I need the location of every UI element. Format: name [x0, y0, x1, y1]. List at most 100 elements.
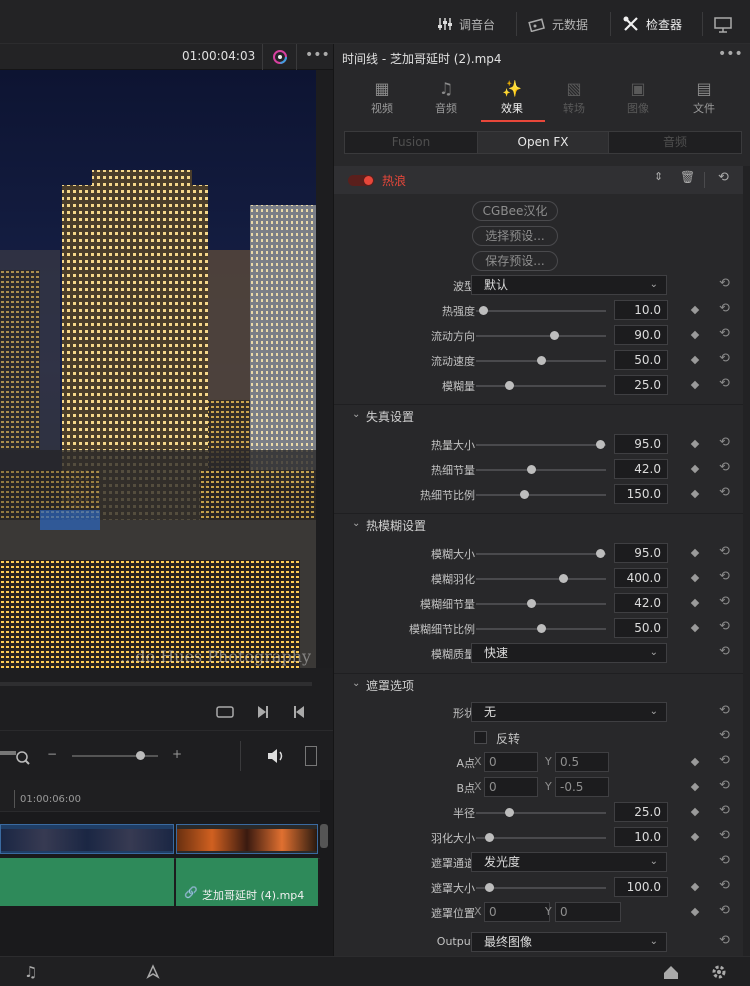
mask-size-keyframe-icon[interactable]: [690, 882, 700, 892]
radius-value-field[interactable]: 25.0: [614, 802, 668, 822]
heat-size-slider[interactable]: [476, 444, 606, 446]
blur-size-slider[interactable]: [476, 553, 606, 555]
tab-image[interactable]: ▣ 图像: [608, 78, 668, 120]
tab-audio[interactable]: ♫ 音频: [416, 78, 476, 120]
mask-position-x-field[interactable]: 0: [484, 902, 550, 922]
invert-reset-icon[interactable]: ⟲: [719, 728, 730, 743]
mask-size-reset-icon[interactable]: ⟲: [719, 878, 730, 893]
point-a-keyframe-icon[interactable]: [690, 757, 700, 767]
point-b-reset-icon[interactable]: ⟲: [719, 778, 730, 793]
reorder-icon[interactable]: ⇕: [654, 170, 663, 183]
viewer-options-icon[interactable]: •••: [305, 47, 330, 63]
flow-speed-reset-icon[interactable]: ⟲: [719, 351, 730, 366]
heat-detail-slider[interactable]: [476, 469, 606, 471]
radius-reset-icon[interactable]: ⟲: [719, 803, 730, 818]
cgbee-button[interactable]: CGBee汉化: [472, 201, 558, 221]
mask-size-slider[interactable]: [476, 887, 606, 889]
heat-strength-slider-knob[interactable]: [478, 306, 488, 315]
point-b-keyframe-icon[interactable]: [690, 782, 700, 792]
tab-transition[interactable]: ▧ 转场: [544, 78, 604, 120]
distortion-section-header[interactable]: ⌄ 失真设置: [334, 404, 743, 426]
video-clip-1[interactable]: [0, 824, 174, 854]
blur-detail-ratio-keyframe-icon[interactable]: [690, 623, 700, 633]
mask-shape-reset-icon[interactable]: ⟲: [719, 703, 730, 718]
heat-detail-reset-icon[interactable]: ⟲: [719, 460, 730, 475]
mask-channel-dropdown[interactable]: 发光度 ⌄: [471, 852, 667, 872]
blur-feather-keyframe-icon[interactable]: [690, 573, 700, 583]
blur-amount-value-field[interactable]: 25.0: [614, 375, 668, 395]
blur-amount-keyframe-icon[interactable]: [690, 380, 700, 390]
feather-size-value-field[interactable]: 10.0: [614, 827, 668, 847]
mask-position-reset-icon[interactable]: ⟲: [719, 903, 730, 918]
output-dropdown[interactable]: 最终图像 ⌄: [471, 932, 667, 952]
flow-speed-slider-knob[interactable]: [537, 356, 546, 365]
zoom-in-icon[interactable]: +: [172, 747, 182, 761]
blur-detail-keyframe-icon[interactable]: [690, 598, 700, 608]
heat-detail-ratio-value-field[interactable]: 150.0: [614, 484, 668, 504]
fullscreen-button[interactable]: [714, 14, 732, 34]
deliver-page-icon[interactable]: [144, 963, 162, 981]
feather-size-slider[interactable]: [476, 837, 606, 839]
save-preset-button[interactable]: 保存预设...: [472, 251, 558, 271]
mask-position-y-field[interactable]: 0: [555, 902, 621, 922]
fairlight-page-icon[interactable]: ♫: [24, 963, 37, 981]
audio-clip-1[interactable]: [0, 858, 174, 906]
speaker-icon[interactable]: [266, 747, 286, 765]
audio-clip-2[interactable]: 🔗 芝加哥延时 (4).mp4: [176, 858, 318, 906]
timeline-scrollbar[interactable]: [320, 824, 328, 848]
blur-detail-value-field[interactable]: 42.0: [614, 593, 668, 613]
heat-blur-section-header[interactable]: ⌄ 热模糊设置: [334, 513, 743, 535]
radius-slider-knob[interactable]: [504, 808, 514, 817]
viewer-frame[interactable]: ...do Hues Photography: [0, 70, 316, 668]
timeline-panel[interactable]: 01:00:06:00 🔗 芝加哥延时 (4).mp4: [0, 780, 333, 956]
heat-detail-keyframe-icon[interactable]: [690, 464, 700, 474]
flow-direction-reset-icon[interactable]: ⟲: [719, 326, 730, 341]
blur-size-slider-knob[interactable]: [595, 549, 605, 558]
next-frame-icon[interactable]: [256, 704, 270, 720]
flow-direction-keyframe-icon[interactable]: [690, 330, 700, 340]
heat-strength-reset-icon[interactable]: ⟲: [719, 301, 730, 316]
mask-size-slider-knob[interactable]: [485, 883, 494, 892]
blur-amount-reset-icon[interactable]: ⟲: [719, 376, 730, 391]
zoom-slider[interactable]: [72, 755, 158, 757]
home-icon[interactable]: [662, 963, 680, 981]
subtab-openfx[interactable]: Open FX: [477, 132, 609, 153]
blur-quality-reset-icon[interactable]: ⟲: [719, 644, 730, 659]
loop-icon[interactable]: [214, 704, 236, 720]
timeline-ruler[interactable]: 01:00:06:00: [0, 780, 320, 812]
point-b-y-field[interactable]: -0.5: [555, 777, 609, 797]
blur-amount-slider[interactable]: [476, 385, 606, 387]
effect-reset-icon[interactable]: ⟲: [718, 170, 729, 185]
video-clip-2[interactable]: [176, 824, 318, 854]
heat-size-keyframe-icon[interactable]: [690, 439, 700, 449]
heat-strength-keyframe-icon[interactable]: [690, 305, 700, 315]
blur-detail-ratio-reset-icon[interactable]: ⟲: [719, 619, 730, 634]
scrubber[interactable]: [0, 682, 312, 686]
inspector-scrollbar[interactable]: [743, 166, 750, 956]
choose-preset-button[interactable]: 选择预设...: [472, 226, 558, 246]
mask-shape-dropdown[interactable]: 无 ⌄: [471, 702, 667, 722]
first-frame-icon[interactable]: [292, 704, 306, 720]
blur-size-keyframe-icon[interactable]: [690, 548, 700, 558]
point-a-y-field[interactable]: 0.5: [555, 752, 609, 772]
flow-direction-slider-knob[interactable]: [550, 331, 559, 340]
heat-strength-value-field[interactable]: 10.0: [614, 300, 668, 320]
blur-feather-reset-icon[interactable]: ⟲: [719, 569, 730, 584]
flow-direction-value-field[interactable]: 90.0: [614, 325, 668, 345]
heat-strength-slider[interactable]: [476, 310, 606, 312]
settings-icon[interactable]: [710, 963, 728, 981]
blur-feather-value-field[interactable]: 400.0: [614, 568, 668, 588]
flow-speed-keyframe-icon[interactable]: [690, 355, 700, 365]
heat-size-value-field[interactable]: 95.0: [614, 434, 668, 454]
blur-quality-dropdown[interactable]: 快速 ⌄: [471, 643, 667, 663]
inspector-options-icon[interactable]: •••: [718, 46, 743, 62]
mask-section-header[interactable]: ⌄ 遮罩选项: [334, 673, 743, 695]
point-b-x-field[interactable]: 0: [484, 777, 538, 797]
invert-checkbox[interactable]: [474, 731, 487, 744]
flow-direction-slider[interactable]: [476, 335, 606, 337]
heat-size-slider-knob[interactable]: [595, 440, 605, 449]
heat-detail-ratio-keyframe-icon[interactable]: [690, 489, 700, 499]
heat-detail-slider-knob[interactable]: [526, 465, 536, 474]
tab-video[interactable]: ▦ 视频: [352, 78, 412, 120]
inspector-button[interactable]: 检查器: [622, 14, 682, 34]
